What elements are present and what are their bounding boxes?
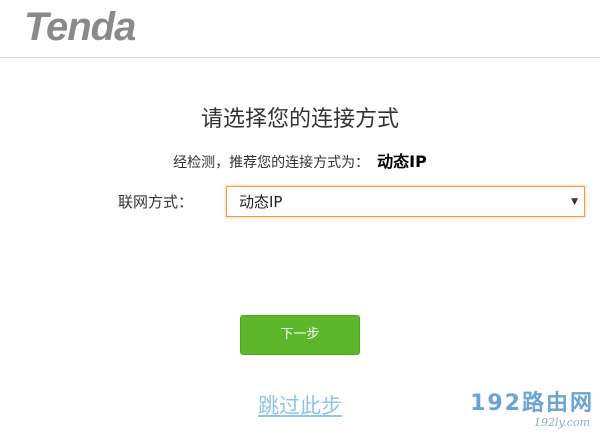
tenda-logo: Tenda	[24, 5, 136, 49]
detection-result: 动态IP	[377, 152, 427, 171]
detection-message: 经检测，推荐您的连接方式为： 动态IP	[0, 149, 600, 176]
chevron-down-icon[interactable]: ▼	[571, 187, 578, 217]
header: Tenda	[0, 0, 600, 58]
watermark-url: 192ly.com	[534, 416, 590, 429]
skip-step-link-text[interactable]: 跳过此步	[258, 394, 342, 418]
setup-page: Tenda 请选择您的连接方式 经检测，推荐您的连接方式为： 动态IP 联网方式：…	[0, 0, 600, 434]
site-watermark: 192路由网 192ly.com	[470, 392, 594, 430]
connection-type-label: 联网方式：	[118, 193, 194, 211]
page-title: 请选择您的连接方式	[200, 107, 399, 132]
next-step-button[interactable]: 下一步	[240, 315, 360, 355]
connection-type-value: 动态IP	[239, 193, 283, 211]
watermark-title: 192路由网	[470, 391, 594, 416]
detection-text: 经检测，推荐您的连接方式为：	[173, 155, 370, 171]
connection-type-select[interactable]: 动态IP ▼	[226, 186, 585, 217]
